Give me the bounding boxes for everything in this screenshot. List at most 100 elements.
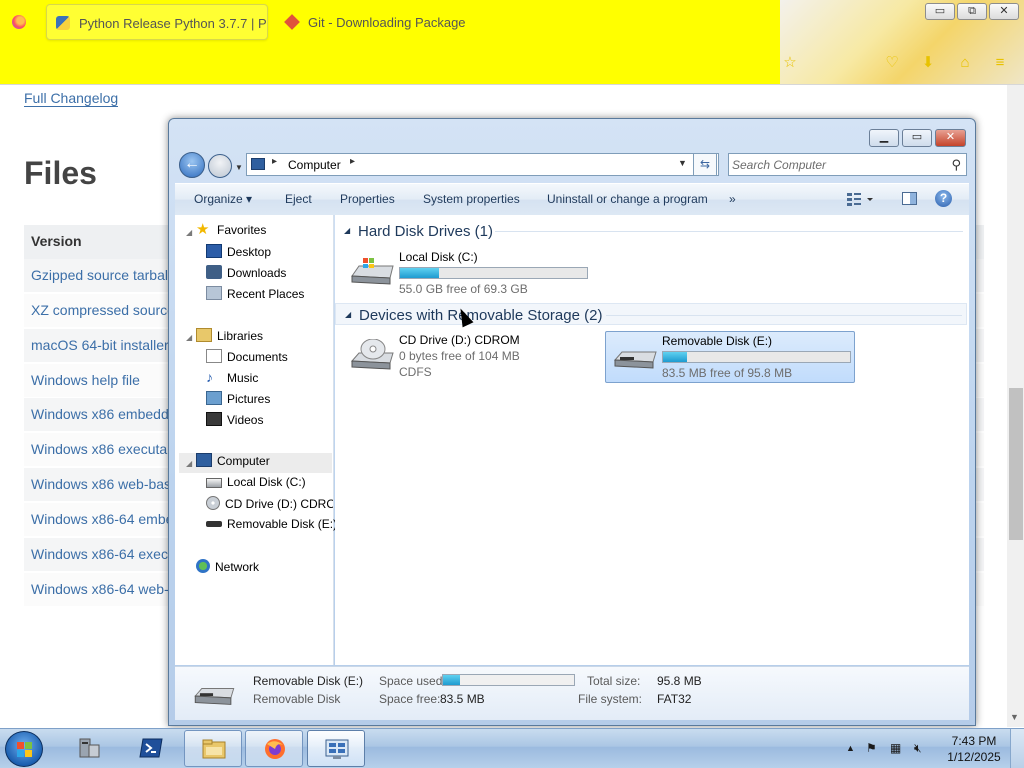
drive-removable-e[interactable]: Removable Disk (E:) 83.5 MB free of 95.8… <box>605 331 855 383</box>
group-header-hard-disks[interactable]: ◢ Hard Disk Drives (1) <box>335 220 967 242</box>
more-commands-button[interactable]: » <box>729 192 736 206</box>
group-divider <box>606 315 962 316</box>
taskbar-computer-window[interactable] <box>307 730 365 767</box>
details-drive-type: Removable Disk <box>253 692 341 706</box>
refresh-button[interactable]: ⇆ <box>693 153 717 176</box>
nav-recent-places[interactable]: Recent Places <box>206 286 304 306</box>
nav-pictures[interactable]: Pictures <box>206 391 270 411</box>
drive-free-space: 0 bytes free of 104 MB <box>399 349 520 363</box>
taskbar-server-manager[interactable] <box>60 730 118 767</box>
removable-disk-icon <box>613 351 657 369</box>
taskbar-explorer[interactable] <box>184 730 242 767</box>
nav-documents[interactable]: Documents <box>206 349 288 369</box>
browser-restore-button[interactable]: ⧉ <box>957 3 987 20</box>
recent-pages-dropdown-icon[interactable]: ▼ <box>235 163 243 172</box>
start-button[interactable] <box>5 731 43 767</box>
download-icon[interactable]: ⬇ <box>919 54 937 72</box>
system-properties-button[interactable]: System properties <box>423 192 520 206</box>
home-icon[interactable]: ⌂ <box>956 54 974 72</box>
clock-date: 1/12/2025 <box>947 750 1001 764</box>
address-dropdown-icon[interactable]: ▼ <box>678 158 687 168</box>
nav-music[interactable]: ♪ Music <box>206 370 258 390</box>
help-icon[interactable]: ? <box>935 190 952 207</box>
cd-drive-icon <box>206 496 220 510</box>
taskbar-firefox[interactable] <box>245 730 303 767</box>
explorer-folder-icon <box>202 739 226 759</box>
drive-local-disk-c[interactable]: Local Disk (C:) 55.0 GB free of 69.3 GB <box>343 248 603 300</box>
computer-icon <box>251 158 265 170</box>
back-button[interactable]: ← <box>179 152 205 178</box>
windows-logo-icon <box>17 742 32 757</box>
file-link[interactable]: macOS 64-bit installer <box>31 337 169 353</box>
desktop-icon <box>206 244 222 258</box>
explorer-minimize-button[interactable]: ▁ <box>869 129 899 147</box>
eject-button[interactable]: Eject <box>285 192 312 206</box>
nav-desktop[interactable]: Desktop <box>206 244 271 264</box>
collapse-arrow-icon[interactable]: ◢ <box>186 228 192 237</box>
search-box[interactable]: ⚲ <box>728 153 967 176</box>
breadcrumb-arrow-icon[interactable]: ▸ <box>350 156 355 167</box>
taskbar-powershell[interactable] <box>122 730 180 767</box>
drive-free-space: 83.5 MB free of 95.8 MB <box>662 366 793 380</box>
git-icon <box>284 14 300 30</box>
tab-python-release[interactable]: Python Release Python 3.7.7 | P <box>46 4 268 40</box>
navigation-pane: ◢ ★ Favorites Desktop Downloads Recent Pl… <box>175 215 337 665</box>
breadcrumb-computer[interactable]: Computer <box>288 158 341 172</box>
nav-computer[interactable]: Computer <box>179 453 332 473</box>
uninstall-program-button[interactable]: Uninstall or change a program <box>547 192 708 206</box>
address-bar[interactable]: ▸ Computer ▸ ▼ <box>246 153 719 176</box>
clock-time: 7:43 PM <box>951 734 997 748</box>
show-hidden-icons-icon[interactable]: ▲ <box>846 743 855 753</box>
breadcrumb-arrow-icon[interactable]: ▸ <box>272 156 277 167</box>
space-free-value: 83.5 MB <box>440 692 485 706</box>
drive-cd-d[interactable]: CD Drive (D:) CDROM 0 bytes free of 104 … <box>343 331 593 383</box>
file-link[interactable]: Gzipped source tarball <box>31 267 171 283</box>
documents-icon <box>206 349 222 363</box>
nav-network[interactable]: Network <box>196 559 259 579</box>
explorer-close-button[interactable]: ✕ <box>935 129 966 147</box>
search-icon[interactable]: ⚲ <box>951 157 961 173</box>
group-header-removable[interactable]: ◢ Devices with Removable Storage (2) <box>335 303 967 325</box>
nav-downloads[interactable]: Downloads <box>206 265 286 285</box>
preview-pane-icon[interactable] <box>901 190 919 208</box>
change-view-icon[interactable] <box>845 190 873 208</box>
nav-favorites[interactable]: ★ Favorites <box>196 222 267 243</box>
browser-close-button[interactable]: ✕ <box>989 3 1019 20</box>
browser-theme-image <box>780 0 1024 85</box>
collapse-group-icon[interactable]: ◢ <box>344 226 350 235</box>
properties-button[interactable]: Properties <box>340 192 395 206</box>
nav-libraries[interactable]: Libraries <box>196 328 263 348</box>
tab-git-download[interactable]: Git - Downloading Package <box>276 4 496 40</box>
collapse-group-icon[interactable]: ◢ <box>345 310 351 319</box>
network-tray-icon[interactable]: ▦ <box>890 741 901 755</box>
nav-local-disk-c[interactable]: Local Disk (C:) <box>206 475 306 495</box>
nav-label: Favorites <box>217 223 267 237</box>
file-link[interactable]: Windows help file <box>31 372 140 388</box>
nav-removable-disk-e[interactable]: Removable Disk (E:) <box>206 517 337 537</box>
page-scrollbar-thumb[interactable] <box>1009 388 1023 540</box>
collapse-arrow-icon[interactable]: ◢ <box>186 459 192 468</box>
full-changelog-link[interactable]: Full Changelog <box>24 90 119 107</box>
computer-window-icon <box>325 739 349 759</box>
action-center-flag-icon[interactable]: ⚑ <box>866 741 877 755</box>
organize-button[interactable]: Organize ▾ <box>194 192 252 206</box>
nav-videos[interactable]: Videos <box>206 412 263 432</box>
search-input[interactable] <box>732 157 942 173</box>
hamburger-menu-icon[interactable]: ≡ <box>991 54 1009 72</box>
bookmark-star-icon[interactable]: ☆ <box>781 54 799 72</box>
volume-muted-icon[interactable]: 🔇︎ <box>914 741 922 756</box>
pocket-icon[interactable]: ♡ <box>883 54 901 72</box>
system-clock[interactable]: 7:43 PM 1/12/2025 <box>946 733 1002 765</box>
scroll-down-arrow-icon[interactable]: ▼ <box>1010 712 1019 722</box>
content-pane: ◢ Hard Disk Drives (1) Local Disk (C:) 5… <box>335 215 969 665</box>
explorer-maximize-button[interactable]: ▭ <box>902 129 932 147</box>
firefox-menu-icon[interactable] <box>12 15 26 29</box>
nav-cd-drive-d[interactable]: CD Drive (D:) CDROM <box>206 496 333 516</box>
forward-button[interactable] <box>208 154 232 178</box>
browser-minimize-button[interactable]: ▭ <box>925 3 955 20</box>
drive-usage-fill <box>400 268 440 278</box>
show-desktop-button[interactable] <box>1010 729 1024 768</box>
details-drive-name: Removable Disk (E:) <box>253 674 364 688</box>
collapse-arrow-icon[interactable]: ◢ <box>186 333 192 342</box>
drive-usage-bar <box>662 351 851 363</box>
